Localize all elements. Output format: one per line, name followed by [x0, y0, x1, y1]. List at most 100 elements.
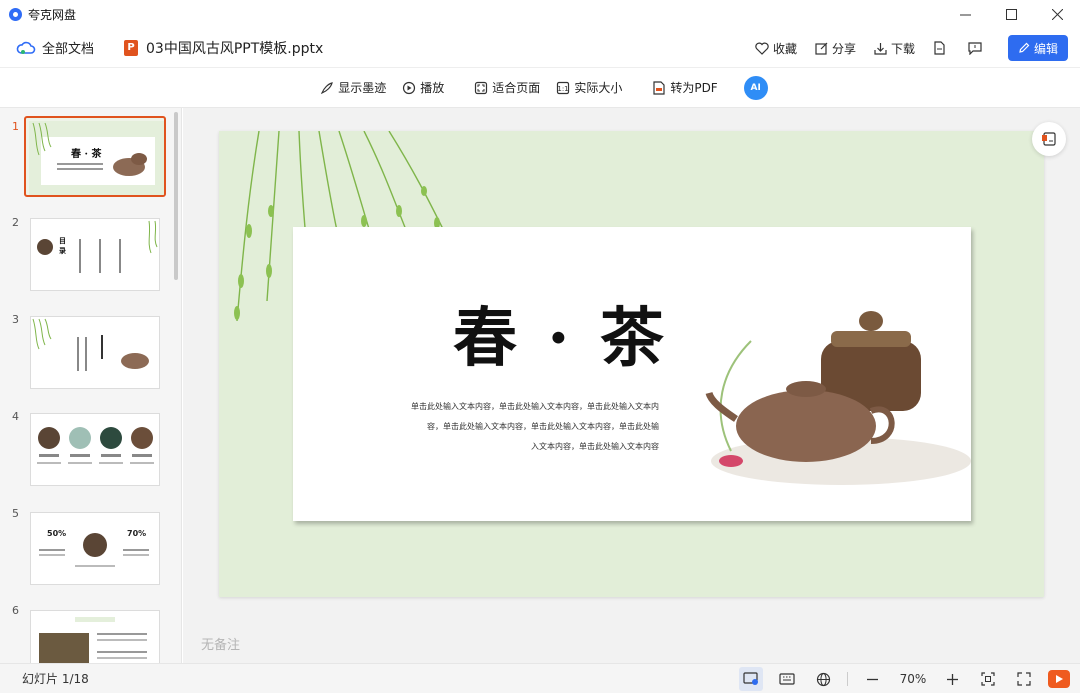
heart-icon	[755, 42, 769, 55]
app-name: 夸克网盘	[28, 7, 77, 22]
favorite-button[interactable]: 收藏	[755, 40, 797, 57]
view-toolbar: 显示墨迹 播放 适合页面 1:1 实际大小 转为PDF AI	[0, 68, 1080, 108]
export-file-icon	[934, 41, 945, 55]
web-view-button[interactable]	[811, 667, 835, 691]
feedback-icon	[968, 41, 982, 55]
quark-logo-icon	[9, 7, 22, 21]
normal-view-button[interactable]	[739, 667, 763, 691]
fit-window-button[interactable]	[976, 667, 1000, 691]
maximize-button[interactable]	[988, 0, 1034, 28]
pdf-icon	[653, 80, 665, 95]
ai-label: AI	[750, 82, 761, 93]
thumbnail-3-preview	[31, 317, 159, 388]
play-circle-icon	[403, 81, 416, 94]
slide-viewer: 春 · 茶 单击此处输入文本内容，单击此处输入文本内容，单击此处输入文本内 容，…	[183, 108, 1080, 663]
status-divider	[847, 672, 848, 686]
actual-size-button[interactable]: 1:1 实际大小	[556, 79, 622, 96]
thumbnail-number: 6	[12, 604, 19, 617]
zoom-in-button[interactable]	[940, 667, 964, 691]
window-controls	[942, 0, 1080, 28]
file-name: 03中国风古风PPT模板.pptx	[146, 40, 324, 57]
status-bar: 幻灯片 1/18 70%	[0, 663, 1080, 693]
download-button[interactable]: 下载	[874, 40, 915, 57]
download-icon	[874, 42, 887, 55]
thumbnail-slide-2[interactable]: 目 录	[30, 218, 160, 291]
zoom-out-button[interactable]	[860, 667, 884, 691]
thumbnail-scrollbar[interactable]	[174, 112, 178, 280]
play-button[interactable]: 播放	[402, 79, 444, 96]
edit-button[interactable]: 编辑	[1007, 35, 1068, 61]
svg-text:春 · 茶: 春 · 茶	[71, 147, 102, 160]
thumbnail-number: 1	[12, 120, 19, 133]
slide-body-line: 容，单击此处输入文本内容，单击此处输入文本内容，单击此处输	[427, 422, 659, 431]
edit-label: 编辑	[1033, 41, 1058, 56]
zoom-level[interactable]: 70%	[898, 672, 928, 686]
quill-icon	[321, 81, 334, 94]
slide-panel-toggle-button[interactable]	[1032, 122, 1066, 156]
notes-view-button[interactable]	[775, 667, 799, 691]
svg-text:目: 目	[59, 236, 66, 245]
feedback-button[interactable]	[968, 41, 986, 55]
title-bar: 夸克网盘	[0, 0, 1080, 28]
svg-text:1:1: 1:1	[558, 85, 569, 93]
slide-content-card: 春 · 茶 单击此处输入文本内容，单击此处输入文本内容，单击此处输入文本内 容，…	[293, 227, 971, 521]
minimize-icon	[959, 14, 971, 15]
thumbnail-4-preview	[31, 414, 159, 485]
fit-page-icon	[475, 81, 488, 94]
thumbnail-5-preview	[39, 533, 149, 567]
actual-size-label: 实际大小	[574, 81, 623, 95]
slide-list-icon	[1042, 132, 1056, 146]
ai-assistant-button[interactable]: AI	[743, 75, 768, 100]
export-button[interactable]	[933, 41, 950, 55]
status-controls: 70%	[727, 667, 1070, 691]
cloud-drive-icon[interactable]	[16, 40, 36, 56]
slide-counter: 幻灯片 1/18	[22, 672, 89, 686]
pencil-icon	[1019, 42, 1030, 53]
fit-page-button[interactable]: 适合页面	[474, 79, 540, 96]
keyboard-icon	[779, 673, 795, 685]
show-ink-button[interactable]: 显示墨迹	[320, 79, 386, 96]
actual-size-icon: 1:1	[557, 81, 570, 94]
fullscreen-button[interactable]	[1012, 667, 1036, 691]
thumbnail-2-preview: 目 录	[31, 219, 159, 290]
slide-view-icon	[743, 672, 758, 685]
all-documents-link[interactable]: 全部文档	[42, 38, 94, 57]
pptx-file-icon: P	[124, 39, 139, 56]
file-bar: 全部文档 P 03中国风古风PPT模板.pptx 收藏 分享 下载 编辑	[0, 28, 1080, 68]
svg-text:录: 录	[59, 246, 66, 255]
file-actions: 收藏 分享 下载 编辑	[737, 34, 1068, 62]
play-icon	[1056, 675, 1063, 683]
close-button[interactable]	[1034, 0, 1080, 28]
thumbnail-number: 5	[12, 507, 19, 520]
thumbnail-slide-1[interactable]: 春 · 茶	[24, 116, 166, 197]
thumbnail-slide-4[interactable]	[30, 413, 160, 486]
thumbnail-number: 2	[12, 216, 19, 229]
thumbnail-panel: 1 春 · 茶 2 目 录 3 4 5 50% 70% 6	[0, 108, 182, 663]
fit-page-label: 适合页面	[492, 81, 541, 95]
play-label: 播放	[420, 81, 445, 95]
thumbnail-slide-5[interactable]: 50% 70%	[30, 512, 160, 585]
minimize-button[interactable]	[942, 0, 988, 28]
minus-icon	[866, 678, 878, 680]
download-label: 下载	[890, 41, 915, 56]
share-button[interactable]: 分享	[815, 40, 856, 57]
teapot-illustration	[705, 311, 971, 485]
speaker-notes[interactable]: 无备注	[201, 634, 240, 653]
thumbnail-number: 3	[12, 313, 19, 326]
close-icon	[1051, 8, 1063, 20]
current-slide: 春 · 茶 单击此处输入文本内容，单击此处输入文本内容，单击此处输入文本内 容，…	[219, 131, 1044, 597]
share-icon	[815, 42, 828, 55]
convert-pdf-button[interactable]: 转为PDF	[652, 79, 718, 96]
favorite-label: 收藏	[772, 41, 797, 56]
fit-window-icon	[981, 672, 995, 686]
thumbnail-slide-6[interactable]	[30, 610, 160, 663]
globe-icon	[816, 672, 830, 686]
plus-icon	[946, 673, 958, 685]
slideshow-play-button[interactable]	[1048, 670, 1070, 688]
thumbnail-1-preview: 春 · 茶	[29, 121, 164, 195]
thumbnail-6-preview	[39, 617, 147, 663]
share-label: 分享	[831, 41, 856, 56]
fullscreen-icon	[1017, 672, 1031, 686]
thumbnail-slide-3[interactable]	[30, 316, 160, 389]
maximize-icon	[1005, 8, 1017, 20]
